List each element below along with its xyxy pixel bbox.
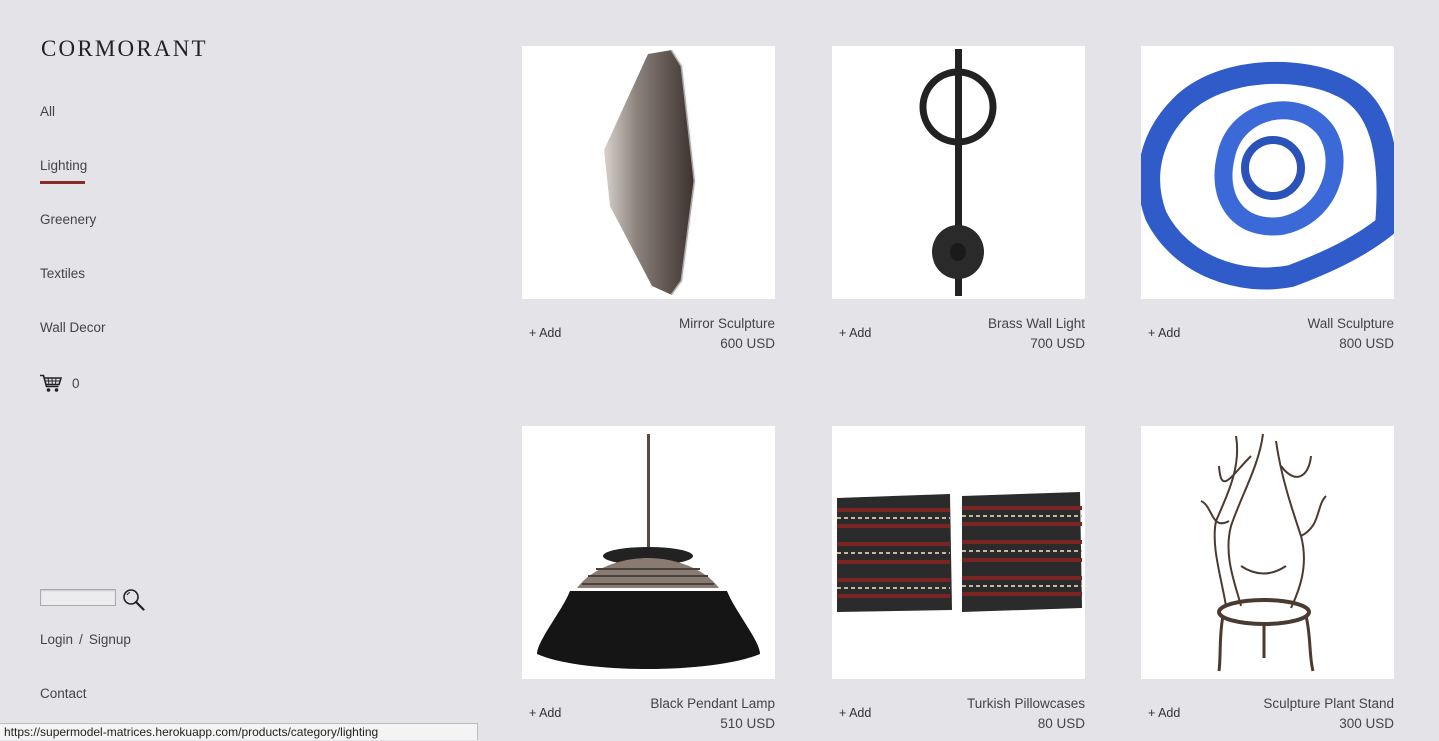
search-input[interactable] bbox=[40, 589, 116, 606]
product-price: 700 USD bbox=[1030, 336, 1085, 351]
nav-item-all[interactable]: All bbox=[40, 104, 55, 119]
product-card: + Add Wall Sculpture 800 USD bbox=[1141, 46, 1394, 351]
auth-separator: / bbox=[79, 632, 83, 647]
product-image-brass-wall-light[interactable] bbox=[832, 46, 1085, 299]
add-to-cart-button[interactable]: + Add bbox=[1148, 326, 1180, 340]
contact-link[interactable]: Contact bbox=[40, 686, 87, 701]
product-price: 800 USD bbox=[1339, 336, 1394, 351]
signup-link[interactable]: Signup bbox=[89, 632, 131, 647]
add-to-cart-button[interactable]: + Add bbox=[1148, 706, 1180, 720]
nav-item-wall-decor[interactable]: Wall Decor bbox=[40, 320, 106, 335]
product-image-turkish-pillowcases[interactable] bbox=[832, 426, 1085, 679]
add-to-cart-button[interactable]: + Add bbox=[839, 706, 871, 720]
cart-button[interactable]: 0 bbox=[40, 374, 80, 393]
product-price: 80 USD bbox=[1037, 716, 1085, 731]
nav-item-textiles[interactable]: Textiles bbox=[40, 266, 85, 281]
product-image-black-pendant-lamp[interactable] bbox=[522, 426, 775, 679]
magnifier-icon bbox=[123, 589, 145, 611]
product-card: + Add Mirror Sculpture 600 USD bbox=[522, 46, 775, 351]
brand-logo[interactable]: CORMORANT bbox=[41, 36, 208, 62]
product-card: + Add Turkish Pillowcases 80 USD bbox=[832, 426, 1085, 731]
cart-count: 0 bbox=[72, 376, 80, 391]
product-price: 300 USD bbox=[1339, 716, 1394, 731]
shopping-cart-icon bbox=[40, 374, 62, 392]
browser-status-bar: https://supermodel-matrices.herokuapp.co… bbox=[0, 723, 478, 740]
product-image-mirror-sculpture[interactable] bbox=[522, 46, 775, 299]
product-name[interactable]: Black Pendant Lamp bbox=[650, 696, 775, 711]
product-image-sculpture-plant-stand[interactable] bbox=[1141, 426, 1394, 679]
product-name[interactable]: Turkish Pillowcases bbox=[967, 696, 1085, 711]
product-card: + Add Sculpture Plant Stand 300 USD bbox=[1141, 426, 1394, 731]
add-to-cart-button[interactable]: + Add bbox=[839, 326, 871, 340]
product-name[interactable]: Sculpture Plant Stand bbox=[1263, 696, 1394, 711]
add-to-cart-button[interactable]: + Add bbox=[529, 706, 561, 720]
product-card: + Add Brass Wall Light 700 USD bbox=[832, 46, 1085, 351]
product-name[interactable]: Mirror Sculpture bbox=[679, 316, 775, 331]
nav-item-lighting[interactable]: Lighting bbox=[40, 158, 87, 184]
product-card: + Add Black Pendant Lamp 510 USD bbox=[522, 426, 775, 731]
product-name[interactable]: Wall Sculpture bbox=[1307, 316, 1394, 331]
product-price: 510 USD bbox=[720, 716, 775, 731]
product-name[interactable]: Brass Wall Light bbox=[988, 316, 1085, 331]
nav-item-greenery[interactable]: Greenery bbox=[40, 212, 96, 227]
product-price: 600 USD bbox=[720, 336, 775, 351]
add-to-cart-button[interactable]: + Add bbox=[529, 326, 561, 340]
auth-links: Login / Signup bbox=[40, 632, 131, 647]
search-button[interactable] bbox=[122, 588, 145, 616]
product-image-wall-sculpture[interactable] bbox=[1141, 46, 1394, 299]
login-link[interactable]: Login bbox=[40, 632, 73, 647]
